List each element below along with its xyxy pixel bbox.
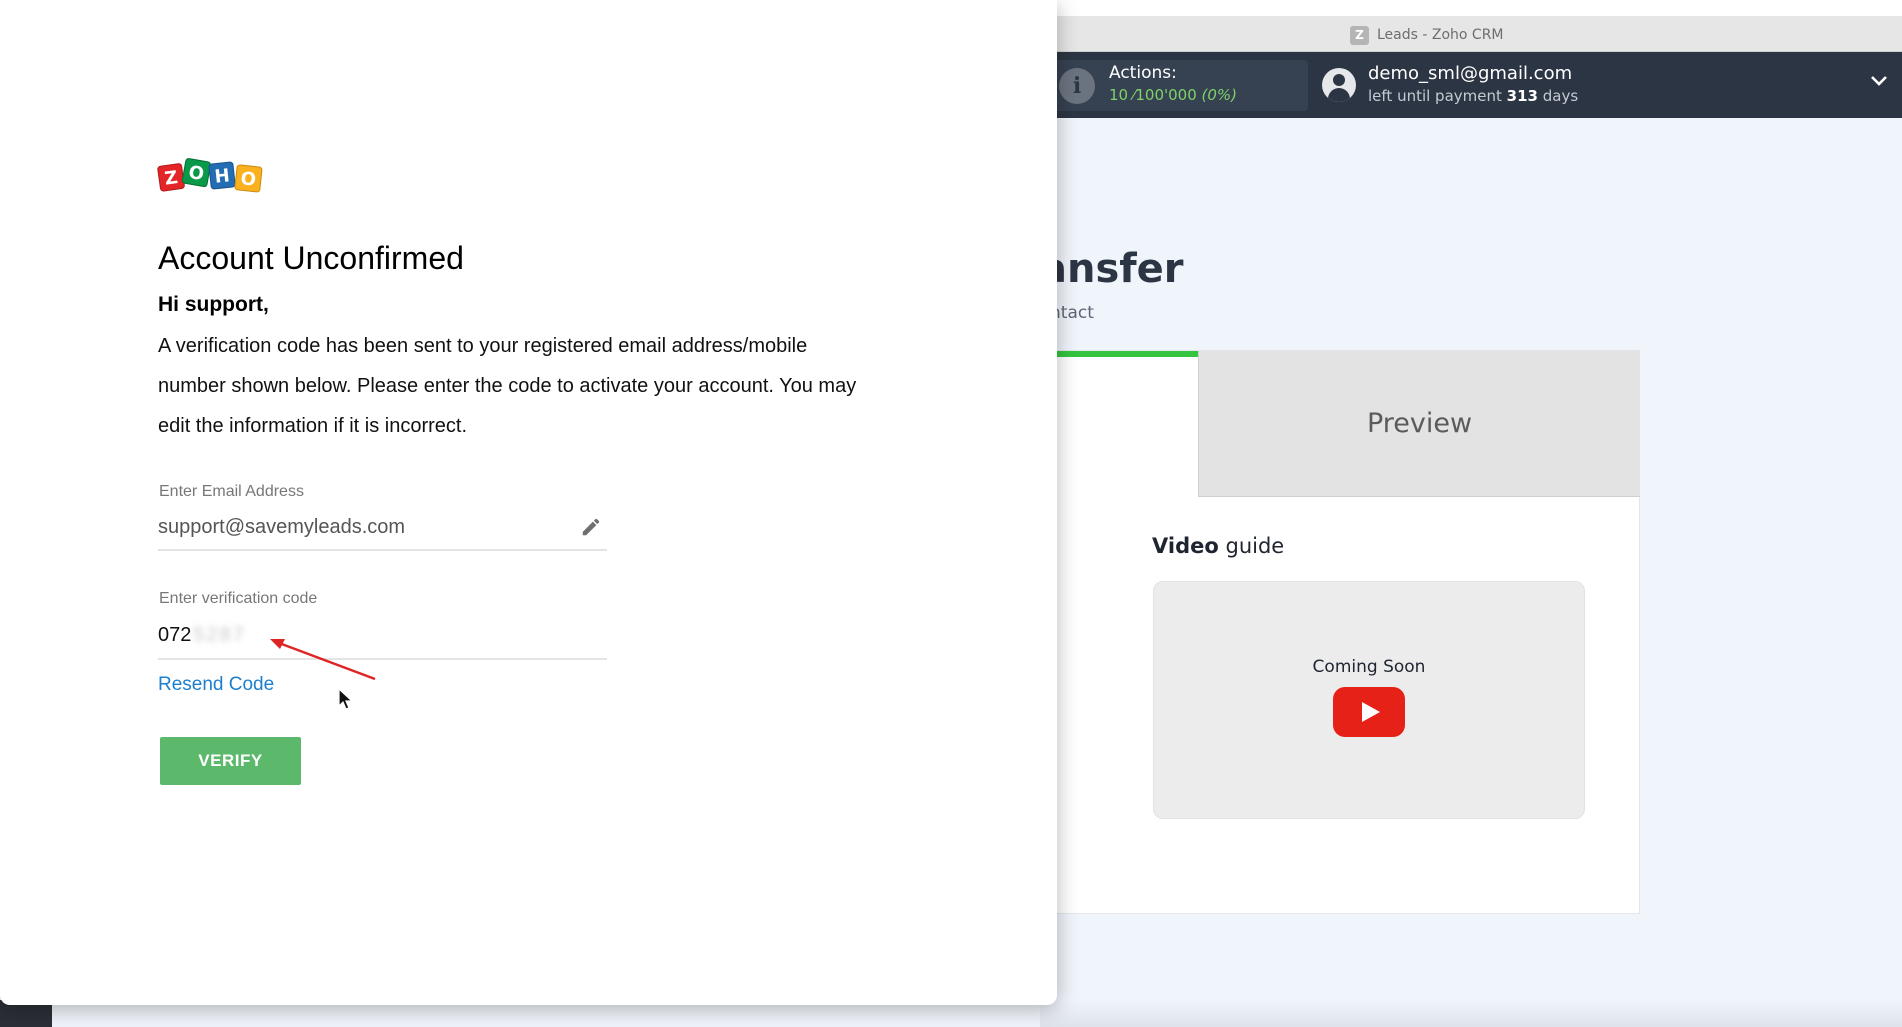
mouse-cursor-icon [338,688,354,710]
chevron-down-icon[interactable] [1870,74,1888,88]
actions-label: Actions: [1109,63,1177,83]
actions-count: 10 ⁄100'000 [1109,86,1197,104]
resend-code-link[interactable]: Resend Code [158,674,274,696]
greeting: Hi support, [158,293,269,316]
active-step-progress-bar [1040,351,1198,357]
svg-text:H: H [214,165,231,187]
code-visible-digits: 072 [158,624,192,646]
coming-soon-label: Coming Soon [1312,657,1426,677]
window-title-text: Leads - Zoho CRM [1377,27,1504,43]
zoho-logo: Z O H O [157,158,263,193]
annotation-arrow-icon [270,639,376,681]
verify-button[interactable]: VERIFY [160,737,301,785]
window-title: Z Leads - Zoho CRM [1350,24,1504,46]
user-email[interactable]: demo_sml@gmail.com [1368,63,1572,84]
verification-message: A verification code has been sent to you… [158,326,918,446]
edit-pencil-icon[interactable] [580,516,602,538]
popup-title: Account Unconfirmed [158,240,464,276]
code-field-label: Enter verification code [159,590,318,607]
actions-percent: (0%) [1201,86,1238,104]
message-line: A verification code has been sent to you… [158,335,808,357]
video-guide-title: Video guide [1152,534,1285,558]
payment-days-left: left until payment 313 days [1368,87,1579,105]
message-line: edit the information if it is incorrect. [158,415,468,437]
message-line: number shown below. Please enter the cod… [158,375,857,397]
user-avatar-icon[interactable] [1322,68,1356,102]
email-field[interactable]: support@savemyleads.com [158,516,405,539]
email-field-underline [158,549,607,551]
info-icon[interactable]: i [1059,68,1095,104]
youtube-play-icon[interactable] [1333,687,1405,737]
zoho-app-icon: Z [1350,25,1369,45]
email-field-label: Enter Email Address [159,483,304,500]
zoho-verification-popup: Z O H O Account Unconfirmed Hi support, … [0,0,1057,1005]
actions-value: 10 ⁄100'000 (0%) [1109,86,1237,104]
bottom-edge [1040,1000,1902,1027]
code-blurred-digits: 5287 [193,624,246,646]
payment-days-count: 313 [1506,87,1538,105]
verification-code-input[interactable]: 072 5287 [158,624,246,647]
page-heading: ansfer [1040,246,1184,292]
tab-preview[interactable]: Preview [1198,351,1640,497]
svg-text:O: O [240,168,257,190]
